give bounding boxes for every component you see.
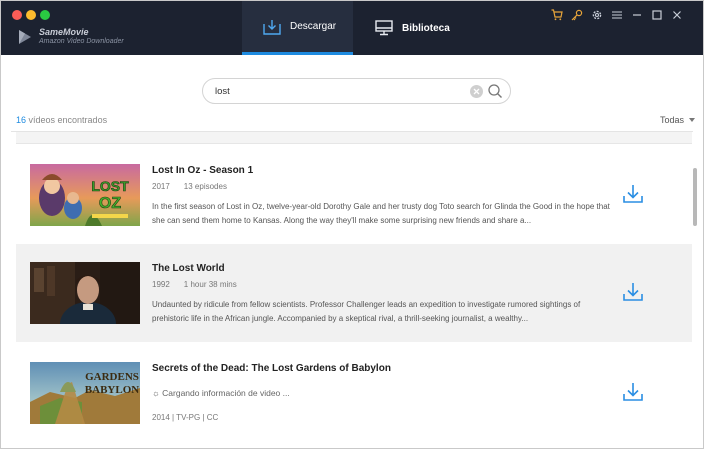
app-subtitle: Amazon Video Downloader xyxy=(39,38,124,45)
minimize-window-button[interactable] xyxy=(26,10,36,20)
download-icon[interactable] xyxy=(622,281,644,303)
video-year: 2017 xyxy=(152,182,170,191)
filter-dropdown[interactable]: Todas xyxy=(660,115,695,125)
monitor-icon xyxy=(375,20,393,36)
vertical-scrollbar[interactable] xyxy=(693,168,697,226)
video-duration: 1 hour 38 mins xyxy=(183,280,237,289)
close-icon[interactable] xyxy=(671,9,683,21)
search-bar xyxy=(202,78,511,104)
download-icon[interactable] xyxy=(622,183,644,205)
loading-spinner-icon: ☼ xyxy=(152,388,163,398)
video-thumbnail: LOST OZ xyxy=(30,164,140,226)
tab-descargar[interactable]: Descargar xyxy=(242,1,353,55)
search-icon[interactable] xyxy=(487,83,503,99)
minimize-icon[interactable] xyxy=(631,9,643,21)
thumbnail-title-oz: OZ xyxy=(99,195,121,212)
loading-text: Cargando información de video ... xyxy=(162,388,290,398)
thumbnail-title-babylon: BABYLON xyxy=(85,384,139,396)
video-title: The Lost World xyxy=(152,263,225,274)
close-window-button[interactable] xyxy=(12,10,22,20)
chevron-down-icon xyxy=(689,118,695,122)
results-count-number: 16 xyxy=(16,115,27,125)
maximize-icon[interactable] xyxy=(651,9,663,21)
app-window: SameMovie Amazon Video Downloader Descar… xyxy=(0,0,704,449)
results-count-label: vídeos encontrados xyxy=(26,115,108,125)
logo-icon xyxy=(19,30,31,44)
results-count: 16 vídeos encontrados xyxy=(16,115,107,125)
toolbar-icons xyxy=(543,9,683,21)
video-description: Undaunted by ridicule from fellow scient… xyxy=(152,300,581,323)
app-logo: SameMovie Amazon Video Downloader xyxy=(17,27,124,47)
tab-descargar-label: Descargar xyxy=(290,21,337,32)
video-row: GARDENS BABYLON Secrets of the Dead: The… xyxy=(16,344,692,444)
gear-icon[interactable] xyxy=(591,9,603,21)
video-meta: 2017 13 episodes xyxy=(152,182,227,191)
menu-icon[interactable] xyxy=(611,9,623,21)
tab-biblioteca-label: Biblioteca xyxy=(402,22,450,34)
video-row: LOST OZ Lost In Oz - Season 1 2017 13 epi… xyxy=(16,146,692,244)
list-top-edge xyxy=(16,132,692,144)
clear-icon[interactable] xyxy=(470,85,483,98)
tab-biblioteca[interactable]: Biblioteca xyxy=(353,1,463,55)
download-tray-icon xyxy=(263,19,281,35)
title-bar: SameMovie Amazon Video Downloader Descar… xyxy=(1,1,703,55)
video-thumbnail: GARDENS BABYLON xyxy=(30,362,140,424)
loading-status: ☼ Cargando información de video ... xyxy=(152,388,290,398)
video-episodes: 13 episodes xyxy=(183,182,227,191)
thumbnail-title-lost: LOST xyxy=(91,178,129,194)
video-meta: 1992 1 hour 38 mins xyxy=(152,280,237,289)
key-icon[interactable] xyxy=(571,9,583,21)
video-row: The Lost World 1992 1 hour 38 mins Undaun… xyxy=(16,244,692,342)
search-input[interactable] xyxy=(215,84,455,99)
video-title: Secrets of the Dead: The Lost Gardens of… xyxy=(152,363,391,374)
cart-icon[interactable] xyxy=(551,9,563,21)
download-icon[interactable] xyxy=(622,381,644,403)
zoom-window-button[interactable] xyxy=(40,10,50,20)
video-description: In the first season of Lost in Oz, twelv… xyxy=(152,202,610,225)
video-thumbnail xyxy=(30,262,140,324)
filter-label: Todas xyxy=(659,115,684,125)
app-name: SameMovie xyxy=(39,27,89,37)
video-meta: 2014 | TV-PG | CC xyxy=(152,413,219,422)
video-year: 1992 xyxy=(152,280,170,289)
video-title: Lost In Oz - Season 1 xyxy=(152,165,254,176)
thumbnail-title-gardens: GARDENS xyxy=(85,371,139,383)
